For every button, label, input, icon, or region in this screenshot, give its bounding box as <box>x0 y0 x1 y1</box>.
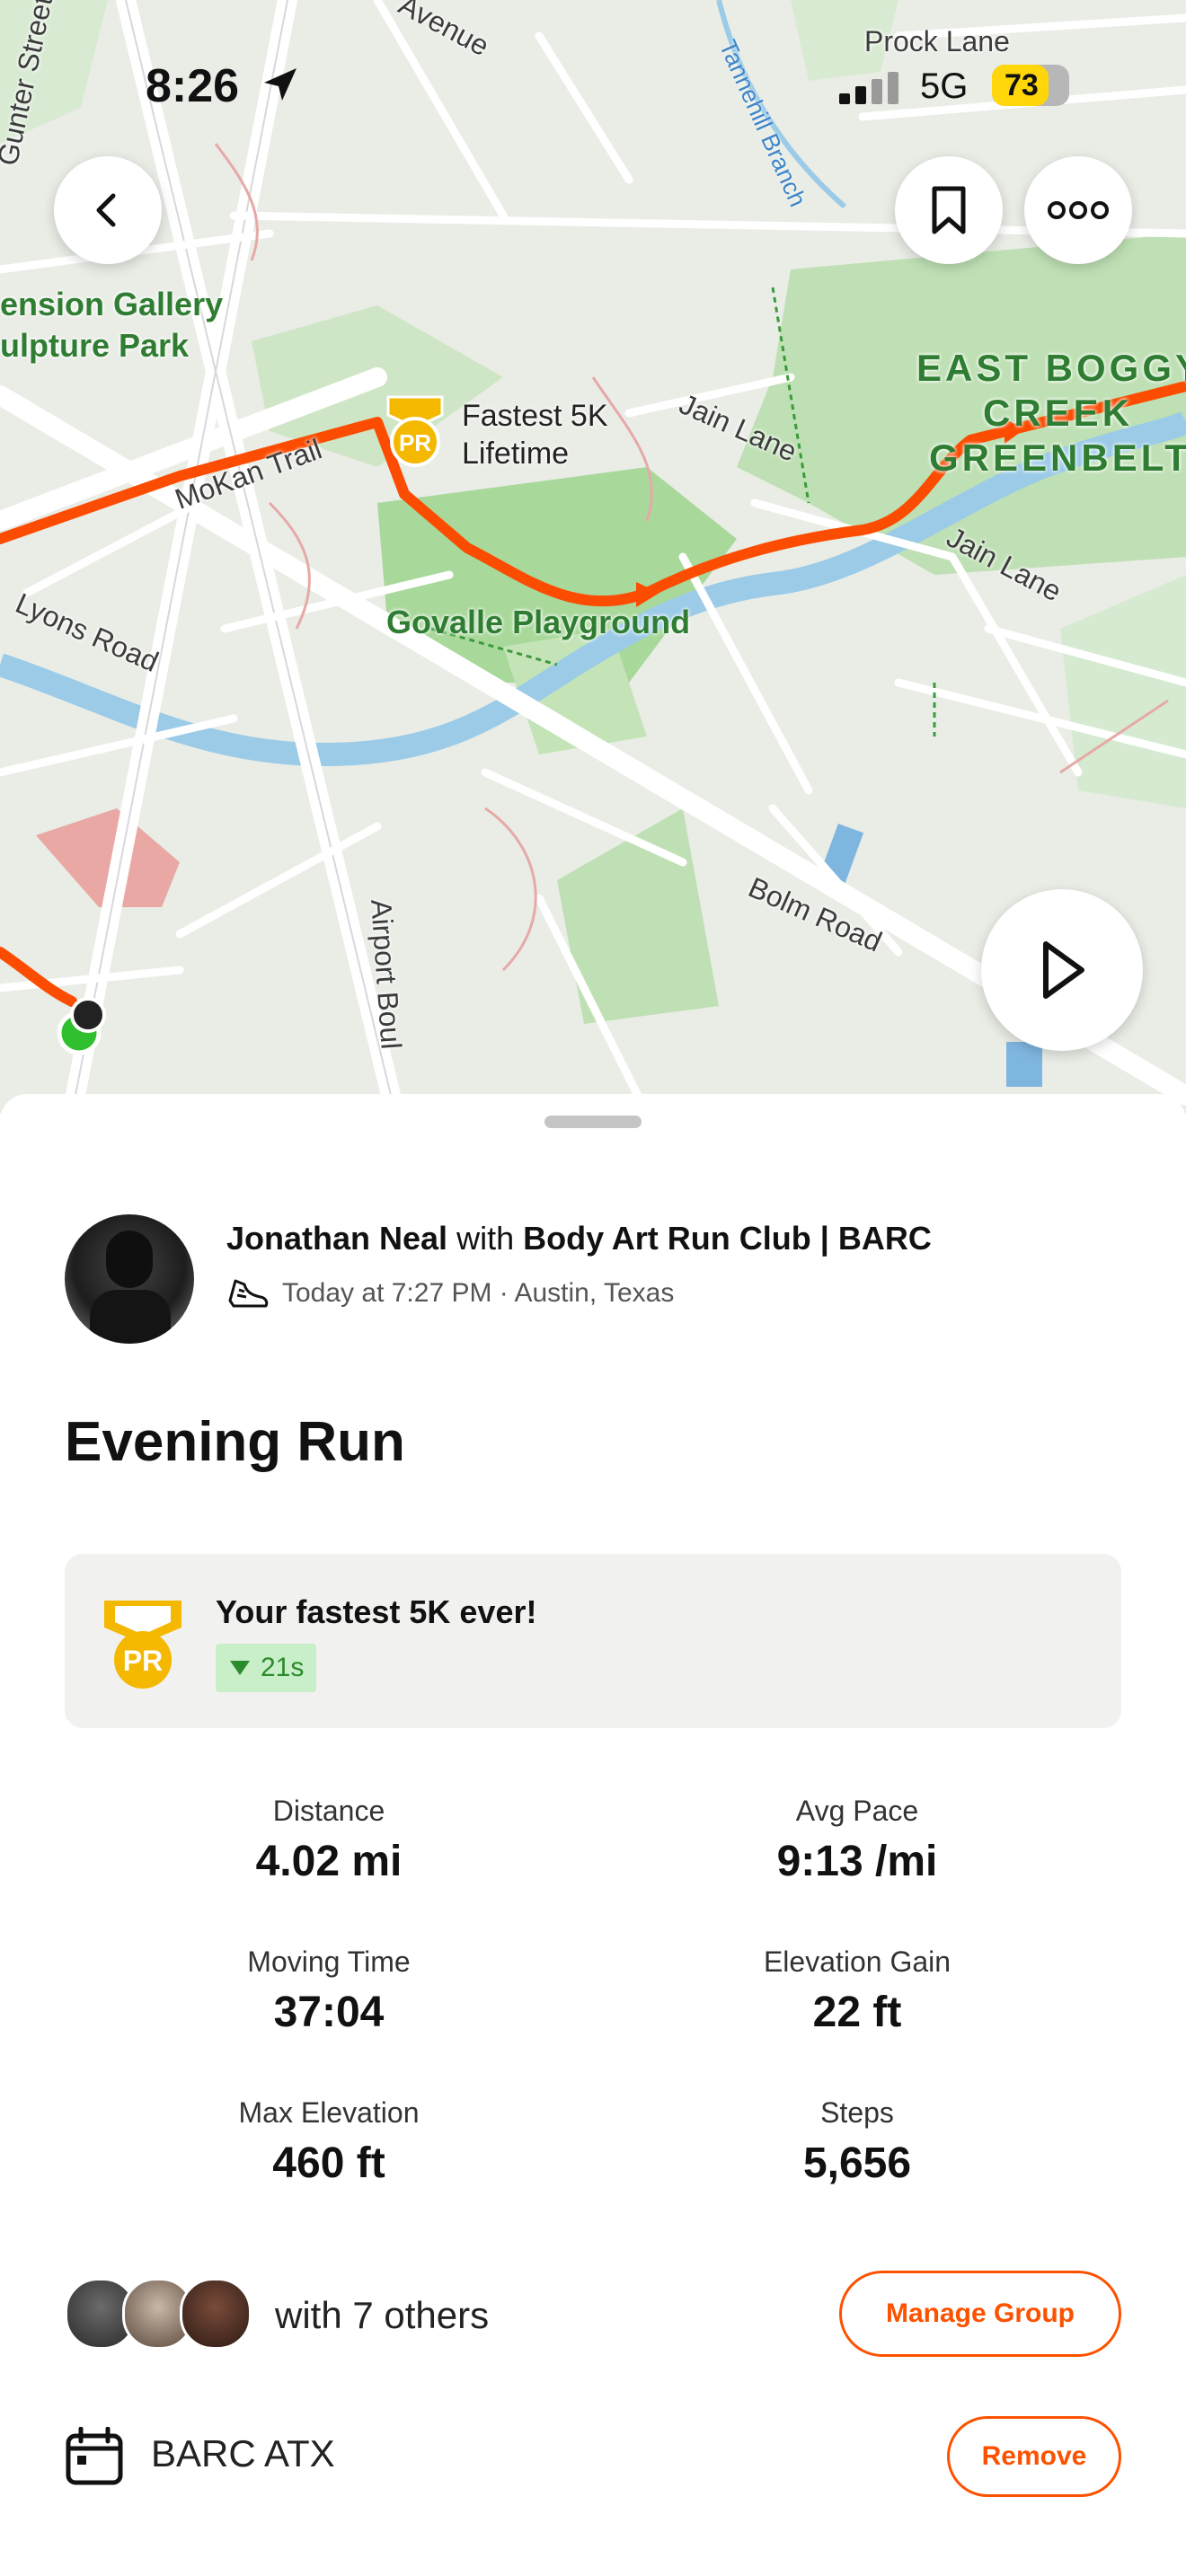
activity-detail-sheet: Jonathan Neal with Body Art Run Club | B… <box>0 1094 1186 2576</box>
map-pr-marker[interactable]: PR <box>383 393 447 469</box>
map-park-label: GREENBELT <box>929 437 1186 479</box>
with-word: with <box>456 1220 515 1257</box>
status-time: 8:26 <box>146 60 240 112</box>
activity-title: Evening Run <box>65 1411 405 1473</box>
map-park-label: CREEK <box>983 392 1134 434</box>
map-park-label: Govalle Playground <box>386 604 691 640</box>
stat-value: 37:04 <box>273 1989 385 2036</box>
triangle-down-icon <box>230 1661 250 1675</box>
manage-group-button[interactable]: Manage Group <box>839 2271 1121 2357</box>
club-name-link[interactable]: Body Art Run Club | BARC <box>523 1220 932 1257</box>
battery-icon: 73 <box>992 65 1069 106</box>
signal-icon <box>839 72 898 104</box>
pr-delta-badge: 21s <box>216 1644 317 1692</box>
stat-value: 4.02 mi <box>255 1838 403 1885</box>
activity-meta: Today at 7:27 PM · Austin, Texas <box>226 1275 674 1311</box>
stat-label: Elevation Gain <box>763 1945 951 1978</box>
svg-text:PR: PR <box>399 429 431 456</box>
activity-time-location: Today at 7:27 PM · Austin, Texas <box>282 1278 675 1308</box>
activity-map[interactable]: Gunter Street Avenue Prock Lane Tannehil… <box>0 0 1186 1114</box>
map-pr-label-line2: Lifetime <box>462 437 570 471</box>
stat-label: Max Elevation <box>238 2096 420 2129</box>
stat-value: 22 ft <box>812 1989 902 2036</box>
save-route-button[interactable] <box>895 156 1003 264</box>
stat-value: 5,656 <box>802 2139 912 2187</box>
group-avatars[interactable] <box>65 2271 253 2357</box>
sheet-drag-handle[interactable] <box>544 1116 642 1128</box>
stat-steps: Steps 5,656 <box>606 2096 1109 2188</box>
pr-delta-value: 21s <box>261 1653 305 1682</box>
pr-text: Your fastest 5K ever! <box>216 1593 537 1630</box>
group-others-label[interactable]: with 7 others <box>275 2294 489 2337</box>
location-arrow-icon <box>264 68 296 101</box>
battery-level: 73 <box>1005 68 1039 102</box>
stat-distance: Distance 4.02 mi <box>77 1795 580 1886</box>
stat-avg-pace: Avg Pace 9:13 /mi <box>606 1795 1109 1886</box>
club-event-row: BARC ATX Remove <box>65 2407 1121 2497</box>
stat-label: Steps <box>820 2096 894 2129</box>
athlete-line: Jonathan Neal with Body Art Run Club | B… <box>226 1220 932 1257</box>
athlete-name[interactable]: Jonathan Neal <box>226 1220 447 1257</box>
play-flyover-button[interactable] <box>981 889 1143 1051</box>
more-dots-icon <box>1048 201 1109 219</box>
club-event-name[interactable]: BARC ATX <box>151 2432 335 2475</box>
shoe-icon <box>228 1279 269 1308</box>
map-park-label: ension Gallery <box>0 286 224 322</box>
play-icon <box>1043 941 1084 999</box>
group-row: with 7 others Manage Group <box>65 2271 1121 2357</box>
stat-elevation-gain: Elevation Gain 22 ft <box>606 1945 1109 2037</box>
back-button[interactable] <box>54 156 162 264</box>
stat-label: Distance <box>272 1795 385 1827</box>
network-label: 5G <box>920 66 969 106</box>
remove-button[interactable]: Remove <box>947 2416 1121 2497</box>
stat-label: Avg Pace <box>795 1795 919 1827</box>
pr-medal-icon: PR <box>386 395 444 467</box>
map-park-label: ulpture Park <box>0 327 190 364</box>
map-pr-label-line1: Fastest 5K <box>462 399 608 433</box>
svg-text:PR: PR <box>123 1645 163 1677</box>
pr-medal-icon: PR <box>104 1601 181 1689</box>
pr-card[interactable]: PR Your fastest 5K ever! 21s <box>65 1554 1121 1728</box>
athlete-avatar[interactable] <box>65 1214 194 1344</box>
chevron-left-icon <box>96 193 116 227</box>
stat-value: 9:13 /mi <box>776 1838 938 1885</box>
stat-moving-time: Moving Time 37:04 <box>77 1945 580 2037</box>
avatar <box>180 2278 252 2350</box>
status-bar: 8:26 5G 73 <box>0 54 1186 117</box>
map-pr-label: Fastest 5K Lifetime <box>462 397 608 472</box>
stat-value: 460 ft <box>272 2139 385 2187</box>
bookmark-icon <box>932 186 966 234</box>
calendar-icon <box>66 2427 123 2485</box>
stat-label: Moving Time <box>247 1945 411 1978</box>
stat-max-elevation: Max Elevation 460 ft <box>77 2096 580 2188</box>
more-options-button[interactable] <box>1024 156 1132 264</box>
map-park-label: EAST BOGGY <box>916 347 1186 389</box>
